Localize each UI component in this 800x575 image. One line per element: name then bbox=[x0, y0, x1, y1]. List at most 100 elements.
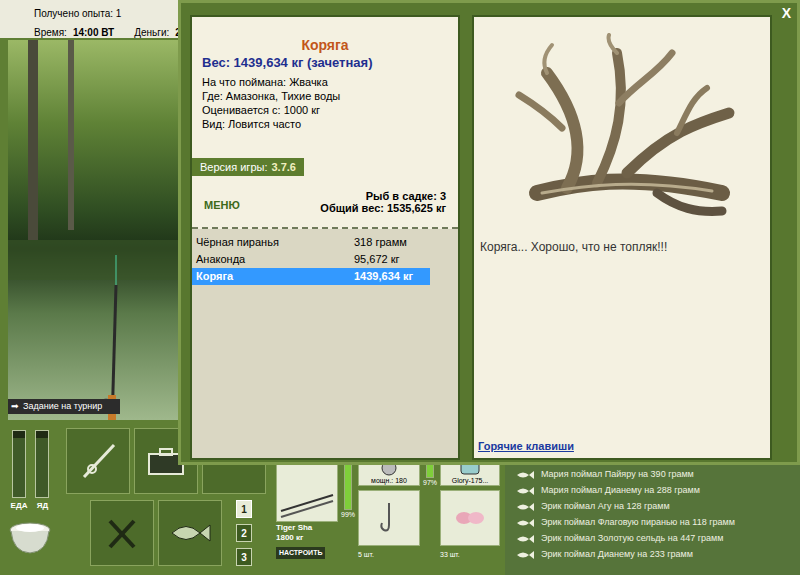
chat-text: Мария поймал Дианему на 288 грамм bbox=[541, 484, 700, 498]
version-value: 3.7.6 bbox=[271, 159, 295, 176]
tournament-label: Задание на турнир bbox=[23, 400, 102, 414]
catch-row[interactable]: Коряга1439,634 кг bbox=[192, 268, 430, 285]
close-button[interactable]: X bbox=[782, 5, 791, 21]
catch-name: Чёрная пиранья bbox=[196, 234, 354, 251]
driftwood-icon bbox=[507, 33, 737, 223]
bait-slot[interactable] bbox=[440, 490, 500, 546]
chat-row: Эрик поймал Агу на 128 грамм bbox=[515, 499, 800, 515]
fish-weight: Вес: 1439,634 кг (зачетная) bbox=[192, 55, 458, 71]
fork-knife-icon bbox=[102, 513, 142, 553]
catch-row[interactable]: Чёрная пиранья318 грамм bbox=[192, 234, 430, 251]
lake-scene[interactable]: ➡ Задание на турнир bbox=[8, 40, 178, 420]
tree-trunk bbox=[28, 40, 38, 240]
catch-name: Анаконда bbox=[196, 251, 354, 268]
catch-list: Чёрная пиранья318 граммАнаконда95,672 кг… bbox=[192, 229, 458, 458]
slot-buttons: 1 2 3 bbox=[236, 500, 252, 566]
meter-label: ЕДА bbox=[11, 500, 28, 512]
meter: ЕДА bbox=[11, 430, 28, 512]
rod-icon bbox=[78, 441, 118, 481]
meters-column: ЕДА ЯД bbox=[0, 425, 60, 575]
reel-power: мощн.: 180 bbox=[371, 476, 407, 485]
meter-track bbox=[12, 430, 26, 498]
fish-icon bbox=[515, 486, 535, 496]
bait-icon bbox=[453, 506, 487, 530]
chat-row: Мария поймал Пайяру на 390 грамм bbox=[515, 467, 800, 483]
slot-button[interactable]: 3 bbox=[236, 548, 252, 566]
chat-row: Эрик поймал Дианему на 233 грамм bbox=[515, 547, 800, 563]
chat-text: Эрик поймал Флаговую пиранью на 118 грам… bbox=[541, 516, 735, 530]
chat-row: Эрик поймал Флаговую пиранью на 118 грам… bbox=[515, 515, 800, 531]
picture-pane: Коряга... Хорошо, что не топляк!!! Горяч… bbox=[472, 15, 772, 460]
hook-icon bbox=[379, 501, 399, 535]
meter-fill bbox=[36, 438, 48, 497]
hooks-count: 5 шт. bbox=[358, 550, 420, 559]
food-tile[interactable] bbox=[90, 500, 154, 566]
condition-reading: 99% bbox=[341, 510, 355, 521]
tree-trunk bbox=[68, 40, 74, 230]
detail-line: Где: Амазонка, Тихие воды bbox=[202, 89, 458, 103]
tournament-button[interactable]: ➡ Задание на турнир bbox=[8, 399, 120, 414]
time-value: 14:00 ВТ bbox=[73, 26, 114, 39]
catch-row[interactable]: Анаконда95,672 кг bbox=[192, 251, 430, 268]
info-pane: Коряга Вес: 1439,634 кг (зачетная) На чт… bbox=[190, 15, 460, 460]
keep-count: Рыб в садке: 3 bbox=[366, 190, 446, 202]
arrow-icon: ➡ bbox=[11, 400, 19, 414]
slot-button[interactable]: 2 bbox=[236, 524, 252, 542]
tile-row: 1 2 3 bbox=[90, 500, 270, 566]
catch-name: Коряга bbox=[196, 268, 354, 285]
menu-button[interactable]: МЕНЮ bbox=[204, 197, 240, 214]
fish-icon bbox=[515, 518, 535, 528]
fish-icon bbox=[515, 534, 535, 544]
catch-dialog: X Коряга Вес: 1439,634 кг (зачетная) На … bbox=[178, 0, 800, 465]
detail-line: Оценивается с: 1000 кг bbox=[202, 103, 458, 117]
chat-text: Мария поймал Пайяру на 390 грамм bbox=[541, 468, 694, 482]
chat-text: Эрик поймал Агу на 128 грамм bbox=[541, 500, 670, 514]
game-screen: Получено опыта: 1 Время: 14:00 ВТ Деньги… bbox=[0, 0, 800, 575]
meter: ЯД bbox=[35, 430, 49, 512]
fish-icon bbox=[515, 550, 535, 560]
fish-icon bbox=[168, 518, 212, 548]
catch-weight: 318 грамм bbox=[354, 234, 407, 251]
total-weight: Общий вес: 1535,625 кг bbox=[320, 202, 446, 214]
condition-reading: 97% bbox=[423, 478, 437, 489]
fish-icon bbox=[515, 502, 535, 512]
fishing-rod-icon[interactable] bbox=[88, 255, 138, 420]
meter-track bbox=[35, 430, 49, 498]
rod-icon bbox=[279, 481, 335, 521]
line-name: Glory-175... bbox=[452, 476, 489, 485]
shore bbox=[8, 240, 178, 280]
detail-line: Вид: Ловится часто bbox=[202, 117, 458, 131]
fish-icon bbox=[515, 470, 535, 480]
fish-info: Коряга Вес: 1439,634 кг (зачетная) На чт… bbox=[192, 17, 458, 158]
chat-text: Эрик поймал Дианему на 233 грамм bbox=[541, 548, 693, 562]
time-label: Время: bbox=[34, 26, 67, 39]
slot-button[interactable]: 1 bbox=[236, 500, 252, 518]
chat-row: Мария поймал Дианему на 288 грамм bbox=[515, 483, 800, 499]
rods-tile[interactable] bbox=[66, 428, 130, 494]
meter-label: ЯД bbox=[37, 500, 48, 512]
fish-title: Коряга bbox=[192, 37, 458, 54]
hook-slot[interactable] bbox=[358, 490, 420, 546]
fish-tile[interactable] bbox=[158, 500, 222, 566]
catch-weight: 1439,634 кг bbox=[354, 268, 413, 285]
detail-line: На что поймана: Жвачка bbox=[202, 75, 458, 89]
money-label: Деньги: bbox=[134, 26, 169, 39]
hotkeys-link[interactable]: Горячие клавиши bbox=[474, 438, 770, 459]
fish-picture bbox=[474, 17, 770, 232]
bait-count: 33 шт. bbox=[440, 550, 500, 559]
chat-text: Эрик поймал Золотую сельдь на 447 грамм bbox=[541, 532, 723, 546]
keepnet-header: МЕНЮ Рыб в садке: 3 Общий вес: 1535,625 … bbox=[192, 176, 458, 229]
fish-caption: Коряга... Хорошо, что не топляк!!! bbox=[474, 240, 770, 255]
rod-name: Tiger Sha bbox=[276, 523, 338, 533]
pot-icon[interactable] bbox=[7, 516, 53, 556]
setup-button[interactable]: НАСТРОИТЬ bbox=[276, 547, 325, 559]
rod-power: 1800 кг bbox=[276, 533, 338, 543]
version-label: Версия игры: bbox=[200, 159, 267, 176]
spacer bbox=[474, 255, 770, 438]
version-strip: Версия игры: 3.7.6 bbox=[192, 158, 304, 176]
meters: ЕДА ЯД bbox=[11, 430, 50, 512]
keepnet-stats: Рыб в садке: 3 Общий вес: 1535,625 кг bbox=[320, 190, 446, 214]
chat-row: Эрик поймал Золотую сельдь на 447 грамм bbox=[515, 531, 800, 547]
meter-fill bbox=[13, 438, 25, 497]
catch-weight: 95,672 кг bbox=[354, 251, 400, 268]
